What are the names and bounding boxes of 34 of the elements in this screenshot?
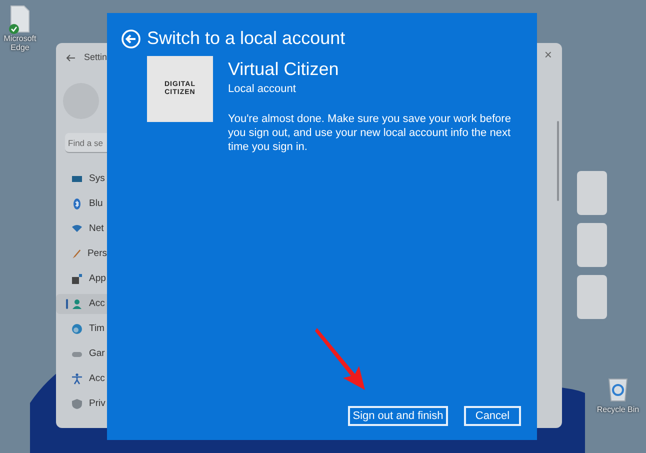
shield-icon: [71, 398, 83, 410]
network-icon: [71, 223, 83, 235]
sidebar-item[interactable]: Pers: [56, 244, 107, 264]
scrollbar-thumb[interactable]: [557, 121, 559, 201]
account-type: Local account: [228, 82, 297, 97]
card-background: [577, 275, 607, 319]
window-title: Settin: [84, 51, 107, 64]
sidebar-item[interactable]: Tim: [56, 319, 107, 339]
pointer-arrow: [315, 326, 367, 392]
card-background: [577, 171, 607, 215]
sidebar-item[interactable]: Net: [56, 219, 107, 239]
apps-icon: [71, 273, 83, 285]
dialog-title: Switch to a local account: [147, 27, 346, 50]
sidebar-item[interactable]: Acc: [56, 369, 107, 389]
account-name: Virtual Citizen: [228, 59, 340, 79]
brush-icon: [71, 248, 82, 260]
back-arrow-icon[interactable]: [66, 54, 76, 62]
globe-icon: [71, 323, 83, 335]
sidebar-item[interactable]: Gar: [56, 344, 107, 364]
sidebar-item[interactable]: Acc: [56, 294, 107, 314]
accessibility-icon: [71, 373, 83, 385]
cancel-button[interactable]: Cancel: [464, 406, 521, 426]
message-text: You're almost done. Make sure you save your work before you sign out, and use your new local account info the next time you sign in.: [228, 112, 512, 154]
person-icon: [71, 298, 83, 310]
card-background: [577, 223, 607, 267]
sidebar-item[interactable]: Blu: [56, 194, 107, 214]
search-field[interactable]: Find a se: [65, 133, 107, 153]
sign-out-button[interactable]: Sign out and finish: [348, 406, 448, 426]
sidebar-item[interactable]: App: [56, 269, 107, 289]
sidebar-item[interactable]: Priv: [56, 394, 107, 414]
system-icon: [71, 173, 83, 185]
sidebar-item[interactable]: Sys: [56, 169, 107, 189]
bluetooth-icon: [71, 198, 83, 210]
close-button[interactable]: ×: [544, 45, 552, 64]
